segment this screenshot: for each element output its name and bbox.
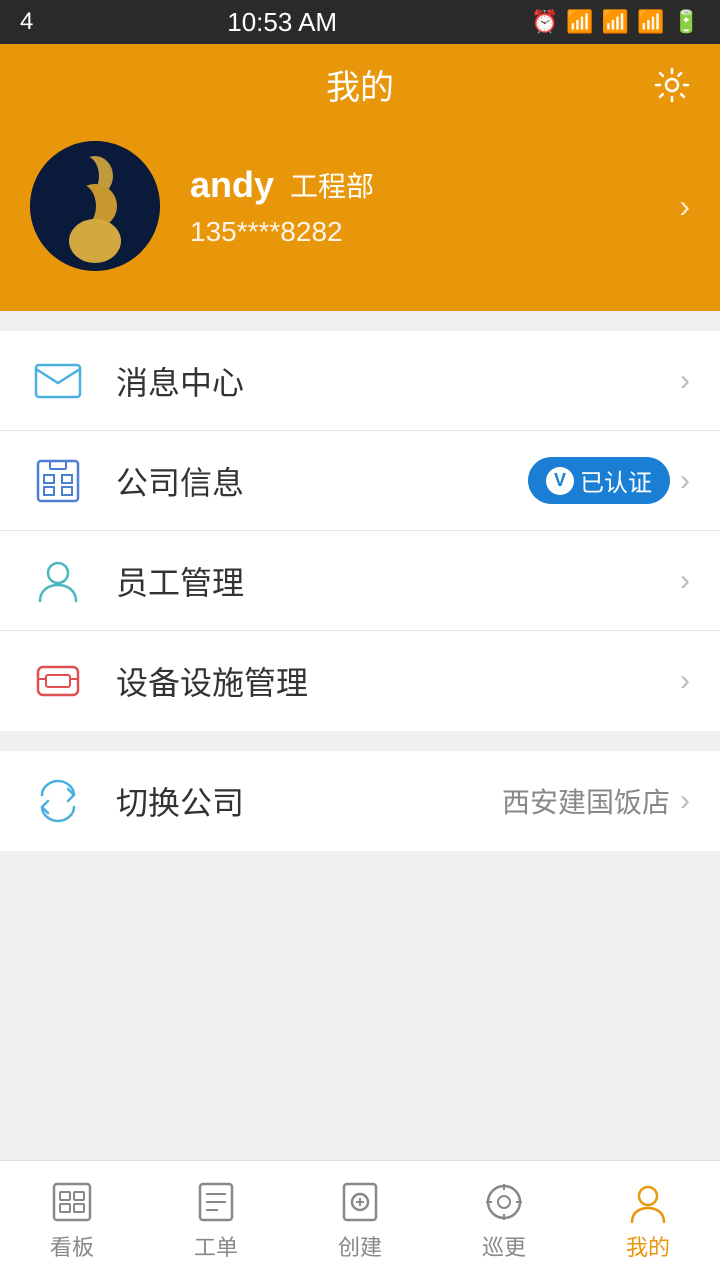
bottom-navigation: 看板 工单 创建	[0, 1160, 720, 1280]
alarm-icon: ⏰	[531, 9, 558, 35]
verified-v-icon: V	[546, 467, 574, 495]
message-arrow-icon: ›	[680, 364, 690, 398]
menu-item-equipment[interactable]: 设备设施管理 ›	[0, 631, 720, 731]
switch-company-label: 切换公司	[116, 778, 502, 824]
switch-company-icon	[30, 773, 86, 829]
menu-item-company[interactable]: 公司信息 V 已认证 ›	[0, 431, 720, 531]
mine-label: 我的	[626, 1230, 670, 1262]
patrol-label: 巡更	[482, 1230, 526, 1262]
nav-item-kanban[interactable]: 看板	[0, 1161, 144, 1280]
profile-section[interactable]: andy 工程部 135****8282 ›	[0, 121, 720, 311]
patrol-icon	[482, 1180, 526, 1224]
avatar	[30, 141, 160, 271]
page-title: 我的	[326, 60, 394, 109]
equipment-arrow-icon: ›	[680, 664, 690, 698]
page-header: 我的	[0, 44, 720, 121]
profile-department: 工程部	[290, 165, 374, 205]
workorder-label: 工单	[194, 1230, 238, 1262]
settings-icon[interactable]	[654, 67, 690, 103]
profile-info: andy 工程部 135****8282	[190, 164, 649, 248]
menu-item-message[interactable]: 消息中心 ›	[0, 331, 720, 431]
nav-item-patrol[interactable]: 巡更	[432, 1161, 576, 1280]
status-time: 10:53 AM	[227, 7, 337, 38]
equipment-icon	[30, 653, 86, 709]
badge-text: 已认证	[580, 463, 652, 498]
profile-arrow-icon[interactable]: ›	[679, 188, 690, 225]
employee-label: 员工管理	[116, 558, 680, 604]
mine-icon	[626, 1180, 670, 1224]
section-divider	[0, 731, 720, 751]
kanban-icon	[50, 1180, 94, 1224]
message-label: 消息中心	[116, 358, 680, 404]
profile-name: andy	[190, 164, 274, 206]
nav-item-mine[interactable]: 我的	[576, 1161, 720, 1280]
company-icon	[30, 453, 86, 509]
company-arrow-icon: ›	[680, 464, 690, 498]
equipment-label: 设备设施管理	[116, 658, 680, 704]
workorder-icon	[194, 1180, 238, 1224]
company-badge: V 已认证	[528, 457, 670, 504]
menu-item-switch-company[interactable]: 切换公司 西安建国饭店 ›	[0, 751, 720, 851]
employee-arrow-icon: ›	[680, 564, 690, 598]
nav-item-workorder[interactable]: 工单	[144, 1161, 288, 1280]
employee-icon	[30, 553, 86, 609]
status-notification: 4	[20, 8, 33, 36]
create-label: 创建	[338, 1230, 382, 1262]
menu-section-main: 消息中心 › 公司信息 V 已认证 › 员工	[0, 331, 720, 731]
kanban-label: 看板	[50, 1230, 94, 1262]
battery-icon: 🔋	[673, 9, 700, 35]
menu-section-switch: 切换公司 西安建国饭店 ›	[0, 751, 720, 851]
profile-phone: 135****8282	[190, 216, 649, 248]
message-icon	[30, 353, 86, 409]
nav-item-create[interactable]: 创建	[288, 1161, 432, 1280]
switch-company-arrow-icon: ›	[680, 784, 690, 818]
menu-item-employee[interactable]: 员工管理 ›	[0, 531, 720, 631]
signal-icon-2: 📶	[637, 9, 664, 35]
create-icon	[338, 1180, 382, 1224]
status-icons: ⏰ 📶 📶 📶 🔋	[531, 9, 700, 35]
wifi-icon: 📶	[566, 9, 593, 35]
empty-space	[0, 851, 720, 1160]
current-company: 西安建国饭店	[502, 781, 670, 821]
company-label: 公司信息	[116, 458, 528, 504]
signal-icon-1: 📶	[602, 9, 629, 35]
status-bar: 4 10:53 AM ⏰ 📶 📶 📶 🔋	[0, 0, 720, 44]
